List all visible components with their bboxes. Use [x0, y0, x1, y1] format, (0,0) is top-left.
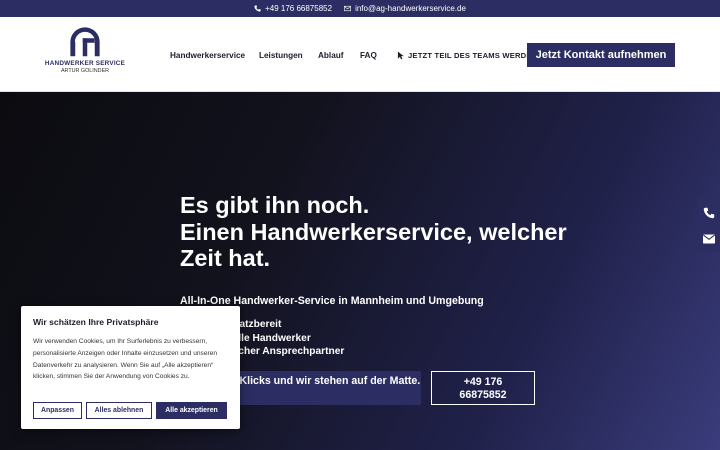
nav-item-handwerkerservice[interactable]: Handwerkerservice — [170, 51, 245, 60]
phone-icon — [254, 5, 261, 12]
topbar-email[interactable]: info@ag-handwerkerservice.de — [344, 4, 466, 13]
company-logo[interactable]: HANDWERKER SERVICE ARTUR GOLINDER — [44, 27, 126, 74]
topbar-phone-text: +49 176 66875852 — [265, 4, 333, 13]
envelope-icon — [344, 5, 352, 12]
envelope-icon — [702, 234, 715, 243]
cookie-text: Wir verwenden Cookies, um Ihr Surferlebn… — [33, 338, 218, 381]
topbar-phone[interactable]: +49 176 66875852 — [254, 4, 332, 13]
hero-phone-line2: 66875852 — [459, 388, 507, 401]
hero-headline-line1: Es gibt ihn noch. — [180, 192, 370, 218]
cookie-reject-button[interactable]: Alles ablehnen — [86, 402, 152, 419]
hero-headline-line2: Einen Handwerkerservice, welcher — [180, 218, 567, 245]
nav-item-team[interactable]: JETZT TEIL DES TEAMS WERDEN — [397, 51, 537, 60]
site-header: HANDWERKER SERVICE ARTUR GOLINDER Handwe… — [0, 17, 720, 92]
hero-phone-line1: +49 176 — [463, 376, 503, 388]
cookie-title: Wir schätzen Ihre Privatsphäre — [33, 317, 159, 327]
hero-phone-button[interactable]: +49 176 66875852 — [431, 371, 535, 405]
cookie-accept-button[interactable]: Alle akzeptieren — [156, 402, 227, 419]
phone-icon — [703, 207, 714, 218]
hero-headline-line3: Zeit hat. — [180, 245, 271, 271]
cursor-pointer-icon — [397, 51, 404, 59]
nav-item-faq[interactable]: FAQ — [360, 51, 377, 60]
floating-phone-button[interactable] — [697, 199, 720, 226]
top-contact-bar: +49 176 66875852 info@ag-handwerkerservi… — [0, 0, 720, 17]
nav-team-label: JETZT TEIL DES TEAMS WERDEN — [408, 50, 538, 60]
nav-item-leistungen[interactable]: Leistungen — [259, 51, 303, 60]
cookie-consent-dialog: Wir schätzen Ihre Privatsphäre Wir verwe… — [21, 306, 240, 429]
floating-email-button[interactable] — [697, 225, 720, 252]
cookie-customize-button[interactable]: Anpassen — [33, 402, 82, 419]
cookie-buttons: Anpassen Alles ablehnen Alle akzeptieren — [33, 402, 227, 419]
nav-item-ablauf[interactable]: Ablauf — [318, 51, 343, 60]
logo-mark-icon — [70, 27, 100, 57]
hero-headline: Es gibt ihn noch. Einen Handwerkerservic… — [180, 192, 580, 272]
topbar-email-text: info@ag-handwerkerservice.de — [355, 4, 466, 13]
logo-line2: ARTUR GOLINDER — [60, 68, 110, 74]
logo-line1: HANDWERKER SERVICE — [44, 60, 126, 67]
contact-cta-button[interactable]: Jetzt Kontakt aufnehmen — [527, 43, 675, 67]
